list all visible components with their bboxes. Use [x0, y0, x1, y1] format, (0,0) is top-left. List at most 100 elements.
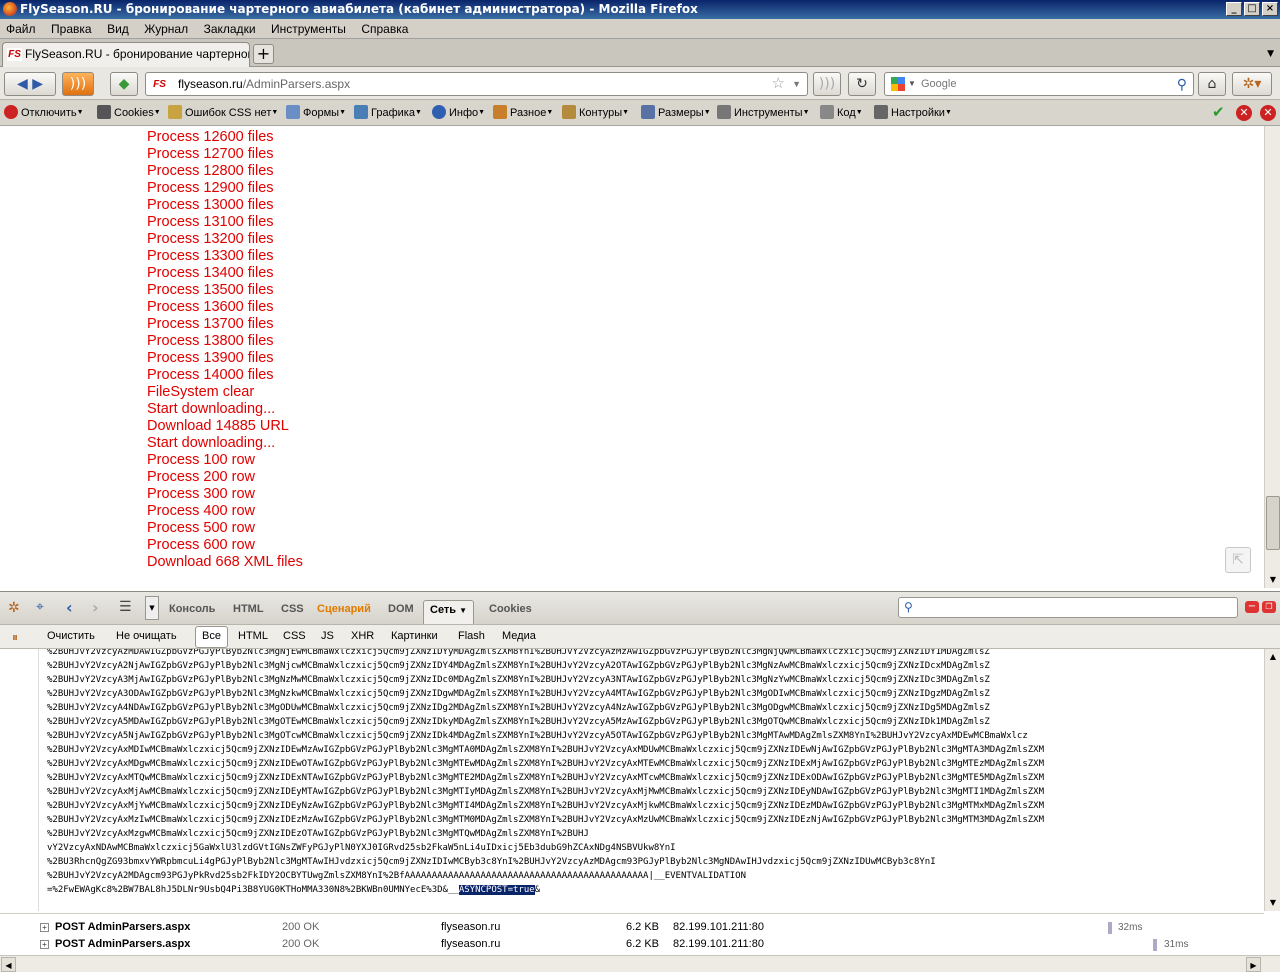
bookmark-star-icon[interactable]: ☆ [772, 73, 785, 95]
filter-images[interactable]: Картинки [391, 630, 438, 642]
scroll-right-arrow-icon[interactable]: ▶ [1246, 957, 1261, 972]
response-line: %2BUHJvY2VzcyAxMzgwMCBmaWxlczxicj5Qcm9jZ… [47, 829, 589, 839]
net-activation-icon[interactable]: ⏸ [12, 630, 18, 645]
minimize-button[interactable]: _ [1226, 2, 1242, 16]
tab-css[interactable]: CSS [281, 603, 304, 615]
filter-media[interactable]: Медиа [502, 630, 536, 642]
tools-menu[interactable]: Инструменты▼ [717, 105, 810, 121]
maximize-button[interactable]: □ [1244, 2, 1260, 16]
tab-script[interactable]: Сценарий [317, 603, 371, 615]
filter-xhr[interactable]: XHR [351, 630, 374, 642]
misc-menu[interactable]: Разное▼ [493, 105, 553, 121]
response-line: %2BUHJvY2VzcyA2MDAgcm93PGJyPkRvd25sb2FkI… [47, 871, 746, 881]
firefox-icon [3, 2, 17, 16]
panel-menu-icon[interactable]: ☰ [119, 599, 132, 615]
tab-cookies[interactable]: Cookies [489, 603, 532, 615]
response-line: %2BUHJvY2VzcyA3MjAwIGZpbGVzPGJyPlByb2Nlc… [47, 675, 990, 685]
forward-icon[interactable]: › [92, 598, 99, 617]
scroll-down-arrow-icon[interactable]: ▼ [1266, 573, 1280, 587]
expand-icon[interactable]: + [40, 940, 49, 949]
css-menu[interactable]: Ошибок CSS нет▼ [168, 105, 278, 121]
url-bar[interactable]: FS flyseason.ru/AdminParsers.aspx ☆ ▼ [145, 72, 808, 96]
response-text: %2BUHJvY2VzcyAzMDAwIGZpbGVzPGJyPlByb2Nlc… [47, 649, 1044, 897]
panel-dropdown-icon[interactable]: ▼ [145, 596, 159, 620]
menu-file[interactable]: Файл [0, 19, 42, 39]
tab-console[interactable]: Консоль [169, 603, 215, 615]
new-tab-button[interactable]: + [253, 44, 274, 64]
menu-tools[interactable]: Инструменты [265, 19, 352, 39]
rss-icon[interactable]: ))) [62, 72, 94, 96]
reload-icon[interactable]: ↻ [848, 72, 876, 96]
list-all-tabs-icon[interactable]: ▼ [1267, 49, 1274, 59]
request-row[interactable]: + POST AdminParsers.aspx 200 OK flyseaso… [0, 936, 1264, 953]
log-line: Process 13700 files [147, 316, 274, 332]
google-icon[interactable] [891, 77, 905, 91]
response-scrollbar[interactable]: ▲ ▼ [1264, 649, 1280, 911]
log-line: Process 200 row [147, 469, 255, 485]
url-dropdown-icon[interactable]: ▼ [792, 73, 801, 95]
back-arrow-icon[interactable]: ◀ [17, 76, 28, 92]
cookies-menu[interactable]: Cookies▼ [97, 105, 161, 121]
search-bar[interactable]: ▼ Google ⚲ [884, 72, 1194, 96]
checkmark-icon[interactable]: ✔ [1212, 103, 1225, 121]
tab-dom[interactable]: DOM [388, 603, 414, 615]
firebug-menu-icon[interactable]: ✲ [8, 600, 20, 616]
home-green-icon[interactable]: ◆ [110, 72, 138, 96]
scroll-left-arrow-icon[interactable]: ◀ [1, 957, 16, 972]
filter-flash[interactable]: Flash [458, 630, 485, 642]
filter-js[interactable]: JS [321, 630, 334, 642]
menu-history[interactable]: Журнал [138, 19, 194, 39]
clear-button[interactable]: Очистить [47, 630, 95, 642]
horizontal-scrollbar[interactable]: ◀ ▶ [0, 955, 1280, 972]
site-identity-icon[interactable]: FS [152, 78, 167, 91]
net-request-list: + POST AdminParsers.aspx 200 OK flyseaso… [0, 913, 1264, 955]
response-line: %2BUHJvY2VzcyA5NjAwIGZpbGVzPGJyPlByb2Nlc… [47, 731, 1028, 741]
request-domain: flyseason.ru [441, 938, 501, 950]
expand-icon[interactable]: + [40, 923, 49, 932]
menu-edit[interactable]: Правка [45, 19, 98, 39]
firebug-icon[interactable]: ✲▾ [1232, 72, 1272, 96]
outline-icon [562, 105, 576, 119]
scroll-up-arrow-icon[interactable]: ▲ [1266, 650, 1280, 664]
home-icon[interactable]: ⌂ [1198, 72, 1226, 96]
search-icon[interactable]: ⚲ [1177, 73, 1187, 95]
disable-menu[interactable]: Отключить▼ [4, 105, 84, 121]
parser-log: Process 12600 files Process 12700 files Pr… [147, 129, 303, 571]
scrollbar-thumb[interactable] [1266, 496, 1280, 550]
menu-view[interactable]: Вид [101, 19, 135, 39]
tab-label: FlySeason.RU - бронирование чартерного .… [25, 47, 250, 61]
filter-all[interactable]: Все [195, 626, 228, 648]
options-menu[interactable]: Настройки▼ [874, 105, 952, 121]
error-icon[interactable]: ✕ [1236, 105, 1252, 121]
tab-flyseason[interactable]: FS FlySeason.RU - бронирование чартерног… [2, 42, 250, 67]
info-menu[interactable]: Инфо▼ [432, 105, 485, 121]
menu-help[interactable]: Справка [355, 19, 414, 39]
forms-menu[interactable]: Формы▼ [286, 105, 346, 121]
search-engine-dropdown-icon[interactable]: ▼ [908, 73, 916, 95]
minimize-firebug-icon[interactable]: − [1245, 601, 1259, 613]
images-menu[interactable]: Графика▼ [354, 105, 422, 121]
detach-firebug-icon[interactable]: ❐ [1262, 601, 1276, 613]
resize-menu[interactable]: Размеры▼ [641, 105, 711, 121]
filter-css[interactable]: CSS [283, 630, 306, 642]
inspect-icon[interactable]: ⌖ [36, 599, 44, 615]
request-row[interactable]: + POST AdminParsers.aspx 200 OK flyseaso… [0, 919, 1264, 936]
tab-net[interactable]: Сеть ▼ [423, 600, 475, 624]
tab-html[interactable]: HTML [233, 603, 264, 615]
firefox-window: FlySeason.RU - бронирование чартерного а… [0, 0, 1280, 975]
menu-bookmarks[interactable]: Закладки [198, 19, 262, 39]
outline-menu[interactable]: Контуры▼ [562, 105, 629, 121]
scroll-down-arrow-icon[interactable]: ▼ [1266, 896, 1280, 910]
close-button[interactable]: × [1262, 2, 1278, 16]
feed-icon[interactable]: ))) [813, 72, 841, 96]
request-domain: flyseason.ru [441, 921, 501, 933]
filter-html[interactable]: HTML [238, 630, 268, 642]
source-menu[interactable]: Код▼ [820, 105, 863, 121]
page-scrollbar[interactable]: ▼ [1264, 126, 1280, 588]
close-toolbar-icon[interactable]: ✕ [1260, 105, 1276, 121]
share-icon[interactable]: ⇱ [1225, 547, 1251, 573]
back-icon[interactable]: ‹ [66, 598, 73, 617]
persist-button[interactable]: Не очищать [116, 630, 177, 642]
forward-arrow-icon[interactable]: ▶ [32, 76, 43, 92]
firebug-search-input[interactable]: ⚲ [898, 597, 1238, 618]
